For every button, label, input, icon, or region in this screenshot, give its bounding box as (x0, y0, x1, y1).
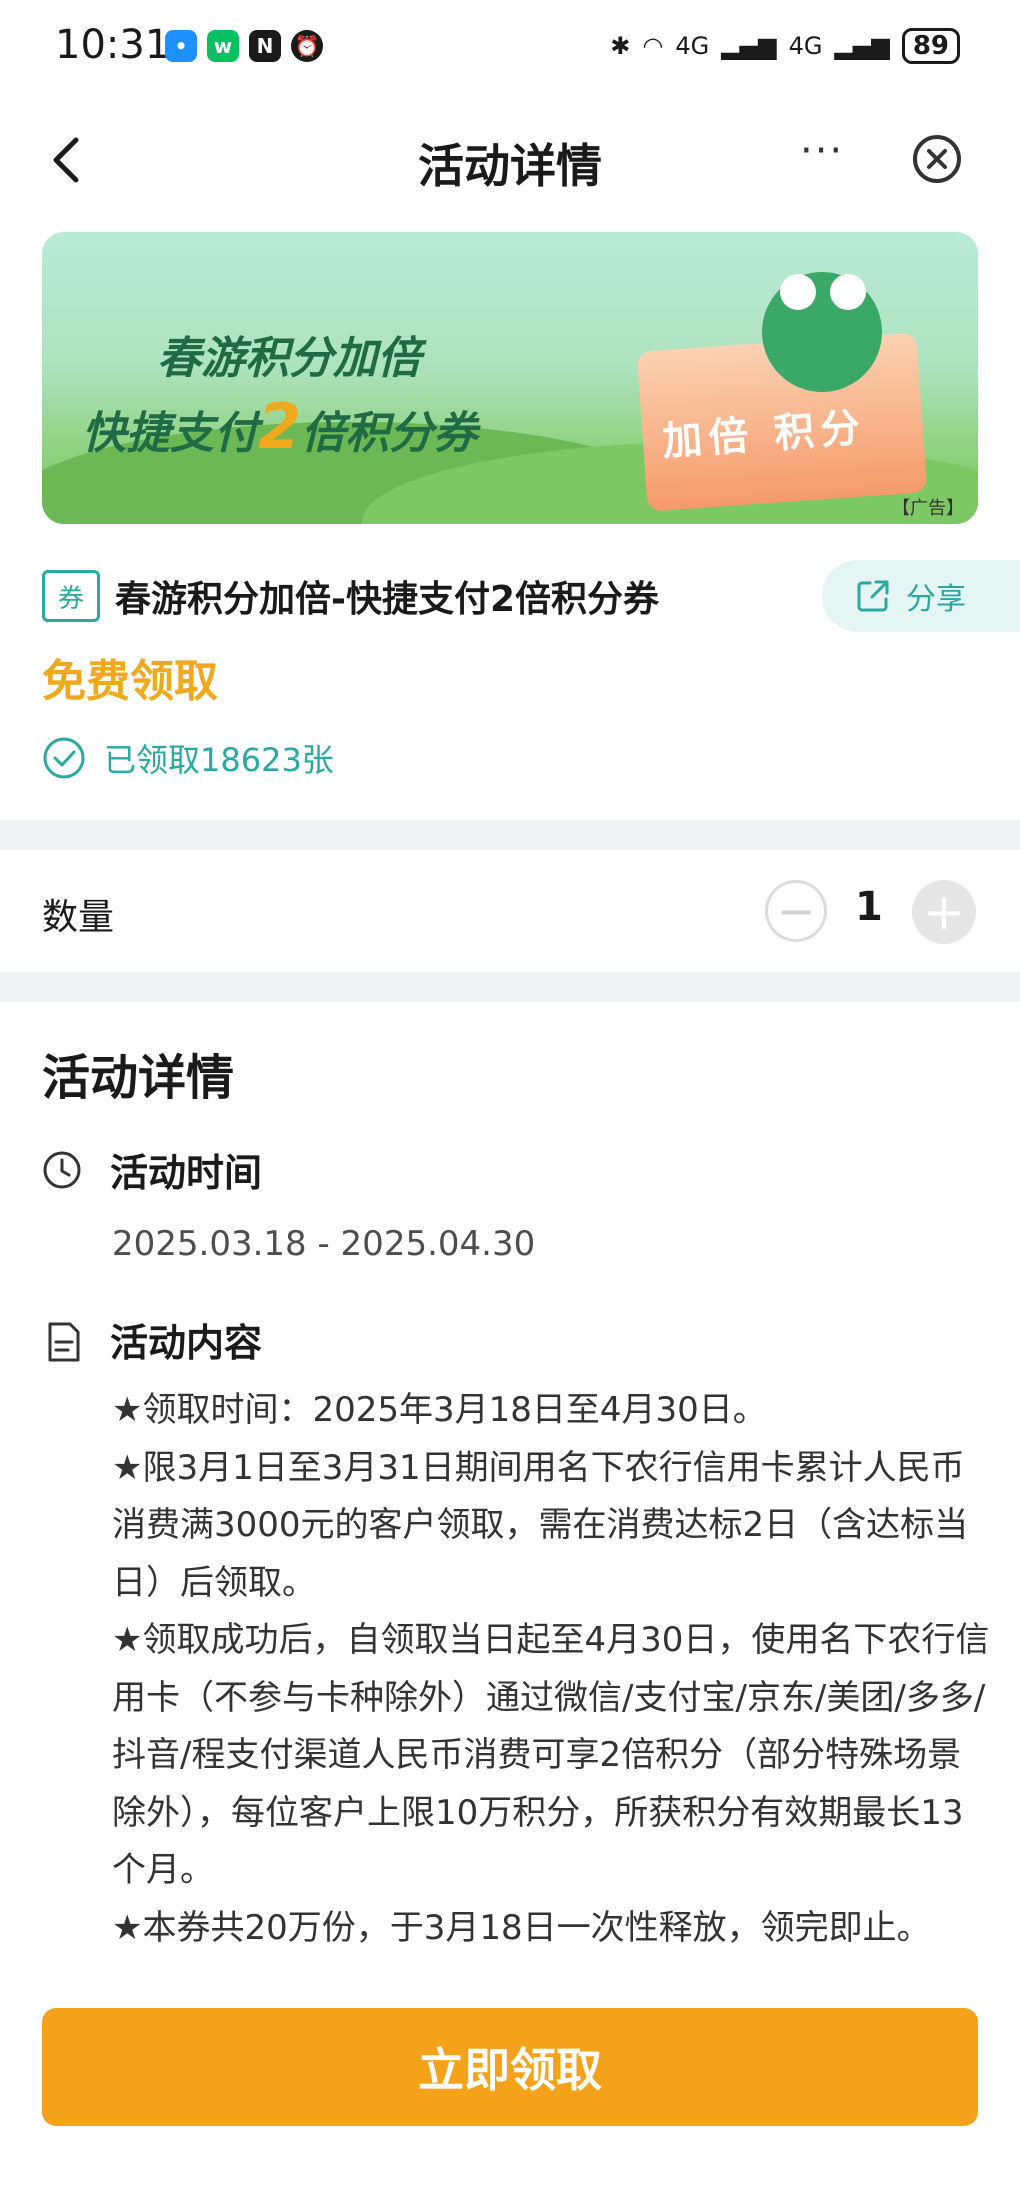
close-miniprogram-icon[interactable] (910, 132, 964, 186)
banner-subheadline: 快捷支付2倍积分券 (82, 390, 477, 463)
content-paragraph: ★领取成功后，自领取当日起至4月30日，使用名下农行信用卡（不参与卡种除外）通过… (112, 1620, 990, 1890)
banner-multiplier: 2 (258, 390, 302, 463)
document-icon (48, 1322, 80, 1362)
activity-content-label: 活动内容 (110, 1321, 263, 1365)
activity-time-value: 2025.03.18 - 2025.04.30 (112, 1224, 536, 1264)
notification-icons: • w N ⏰ (165, 30, 323, 62)
claimed-count: 已领取18623张 (42, 735, 334, 781)
signal-bars-icon: ▂▄▆ (834, 32, 890, 60)
promo-banner[interactable]: 春游积分加倍 快捷支付2倍积分券 加倍 积分 【广告】 (42, 232, 978, 524)
quantity-value: 1 (855, 884, 883, 930)
claimed-count-text: 已领取18623张 (104, 741, 334, 779)
alarm-icon: ⏰ (291, 30, 323, 62)
signal-bars-icon: ▂▄▆ (721, 32, 777, 60)
share-button[interactable]: 分享 (822, 560, 1020, 632)
status-bar: 10:31 • w N ⏰ ✱ ◠ 4G ▂▄▆ 4G ▂▄▆ 89 (0, 0, 1020, 100)
page-title: 活动详情 (418, 139, 602, 193)
clock-icon (43, 1151, 81, 1189)
banner-headline: 春游积分加倍 (157, 333, 421, 384)
message-icon: • (165, 30, 197, 62)
ad-label: 【广告】 (892, 498, 964, 519)
content-paragraph: ★领取时间：2025年3月18日至4月30日。 (112, 1390, 767, 1430)
share-icon (857, 580, 889, 612)
more-options-button[interactable]: ··· (800, 128, 844, 174)
increment-button[interactable]: + (912, 880, 976, 944)
wechat-icon: w (207, 30, 239, 62)
coupon-card: 春游积分加倍 快捷支付2倍积分券 加倍 积分 【广告】 券 春游积分加倍-快捷支… (0, 220, 1020, 820)
quantity-row: 数量 − 1 + (0, 850, 1020, 972)
frog-eye (780, 274, 816, 310)
banner-subheadline-prefix: 快捷支付 (82, 408, 258, 459)
status-time: 10:31 (55, 22, 171, 68)
signal-label-1: 4G (675, 32, 710, 60)
wifi-icon: ◠ (642, 32, 664, 60)
check-circle-icon (43, 737, 85, 779)
banner-subheadline-suffix: 倍积分券 (301, 408, 478, 459)
battery-indicator: 89 (901, 28, 960, 64)
bluetooth-icon: ✱ (610, 32, 631, 60)
back-arrow-icon[interactable] (40, 130, 100, 190)
signal-label-2: 4G (788, 32, 823, 60)
nav-bar: 活动详情 ··· (0, 100, 1020, 220)
system-status: ✱ ◠ 4G ▂▄▆ 4G ▂▄▆ 89 (610, 28, 960, 64)
activity-content-text: ★领取时间：2025年3月18日至4月30日。 ★限3月1日至3月31日期间用名… (112, 1382, 992, 1957)
activity-time-label: 活动时间 (110, 1151, 263, 1195)
content-paragraph: ★限3月1日至3月31日期间用名下农行信用卡累计人民币消费满3000元的客户领取… (112, 1447, 969, 1603)
details-heading: 活动详情 (42, 1050, 235, 1106)
share-label: 分享 (906, 582, 966, 617)
price-label: 免费领取 (42, 656, 218, 707)
coupon-title: 春游积分加倍-快捷支付2倍积分券 (115, 579, 659, 620)
quantity-label: 数量 (42, 897, 115, 938)
nfc-icon: N (249, 30, 281, 62)
content-paragraph: ★本券共20万份，于3月18日一次性释放，领完即止。 (112, 1907, 931, 1948)
coupon-type-badge: 券 (42, 570, 100, 622)
decrement-button[interactable]: − (765, 880, 827, 942)
frog-eye (830, 274, 866, 310)
claim-now-button[interactable]: 立即领取 (42, 2008, 978, 2126)
